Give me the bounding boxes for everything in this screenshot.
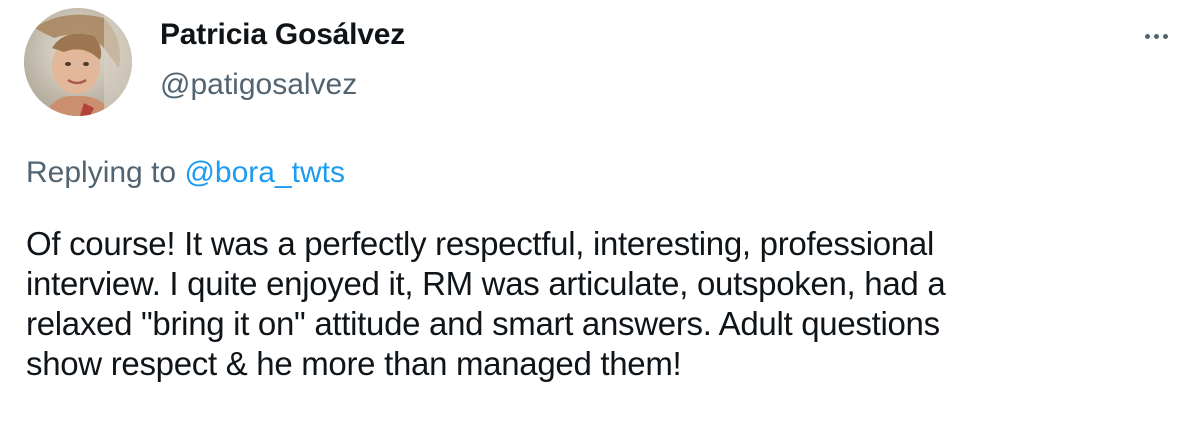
more-dots-icon [1144, 33, 1168, 39]
tweet-text-line: interview. I quite enjoyed it, RM was ar… [26, 265, 946, 302]
tweet-text-line: show respect & he more than managed them… [26, 345, 682, 382]
tweet-card: Patricia Gosálvez @patigosalvez Replying… [0, 0, 1200, 429]
author-avatar[interactable] [24, 8, 132, 116]
avatar-photo-icon [24, 8, 132, 116]
tweet-text-line: Of course! It was a perfectly respectful… [26, 225, 934, 262]
author-handle[interactable]: @patigosalvez [160, 68, 357, 102]
author-display-name[interactable]: Patricia Gosálvez [160, 18, 405, 52]
more-options-button[interactable] [1138, 22, 1174, 50]
tweet-text: Of course! It was a perfectly respectful… [26, 224, 1186, 384]
tweet-text-line: relaxed "bring it on" attitude and smart… [26, 305, 940, 342]
replying-to-label: Replying to [26, 156, 177, 189]
reply-mention-link[interactable]: @bora_twts [184, 156, 345, 189]
replying-to: Replying to @bora_twts [26, 156, 345, 190]
